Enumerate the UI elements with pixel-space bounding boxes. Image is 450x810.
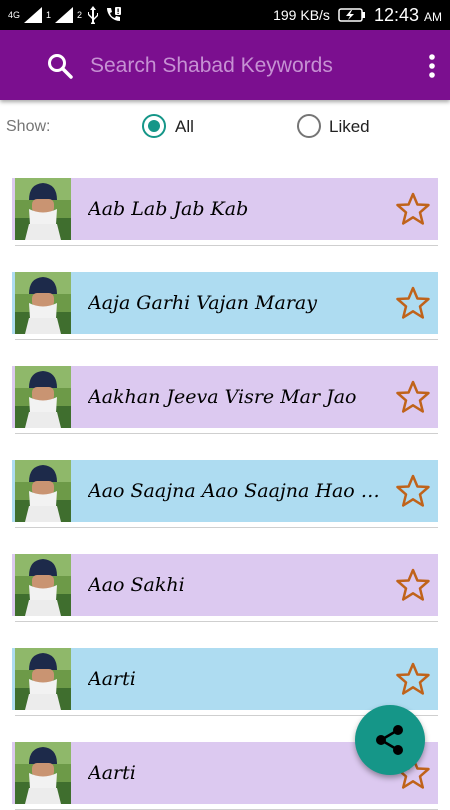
radio-all-label[interactable]: All	[175, 117, 194, 137]
network-speed: 199 KB/s	[273, 7, 330, 23]
signal-icon	[55, 7, 74, 23]
usb-icon	[88, 6, 99, 24]
clock-time: 12:43	[373, 4, 419, 25]
radio-all[interactable]	[142, 114, 166, 138]
more-vert-icon[interactable]	[422, 52, 442, 80]
share-button[interactable]	[355, 705, 425, 775]
star-outline-icon[interactable]	[396, 192, 430, 226]
search-icon[interactable]	[46, 52, 74, 80]
row-divider	[15, 339, 438, 340]
clock-ampm: AM	[424, 9, 442, 24]
star-outline-icon[interactable]	[396, 568, 430, 602]
star-outline-icon[interactable]	[396, 662, 430, 696]
network-type: 4G	[8, 9, 21, 20]
shabad-card[interactable]: Aakhan Jeeva Visre Mar Jao	[12, 366, 438, 428]
shabad-title[interactable]: Aao Saajna Aao Saajna Hao Dekha Darshan …	[88, 460, 393, 522]
clock: 12:43 AM	[374, 5, 442, 26]
radio-liked[interactable]	[297, 114, 321, 138]
filter-row: Show: All Liked	[0, 108, 450, 148]
singer-thumbnail	[15, 648, 71, 710]
shabad-title[interactable]: Aakhan Jeeva Visre Mar Jao	[88, 366, 393, 428]
row-divider	[15, 433, 438, 434]
phone-alert-icon	[107, 7, 122, 21]
shabad-card[interactable]: Aab Lab Jab Kab	[12, 178, 438, 240]
singer-thumbnail	[15, 742, 71, 804]
row-divider	[15, 527, 438, 528]
star-outline-icon[interactable]	[396, 380, 430, 414]
status-left: 4G 1 2	[8, 6, 122, 24]
row-divider	[15, 621, 438, 622]
show-label: Show:	[6, 118, 51, 135]
share-icon	[376, 725, 403, 755]
singer-thumbnail	[15, 554, 71, 616]
shabad-card[interactable]: Aao Sakhi	[12, 554, 438, 616]
star-outline-icon[interactable]	[396, 286, 430, 320]
singer-thumbnail	[15, 460, 71, 522]
shabad-row[interactable]: Aao Saajna Aao Saajna Hao Dekha Darshan …	[12, 460, 438, 528]
shabad-title[interactable]: Aaja Garhi Vajan Maray	[88, 272, 393, 334]
shabad-title[interactable]: Aab Lab Jab Kab	[88, 178, 393, 240]
shabad-title[interactable]: Aao Sakhi	[88, 554, 393, 616]
shabad-card[interactable]: Aaja Garhi Vajan Maray	[12, 272, 438, 334]
singer-thumbnail	[15, 178, 71, 240]
singer-thumbnail	[15, 366, 71, 428]
row-divider	[15, 245, 438, 246]
shabad-title[interactable]: Aarti	[88, 648, 393, 710]
app-bar	[0, 30, 450, 100]
shabad-row[interactable]: Aarti	[12, 648, 438, 716]
radio-liked-label[interactable]: Liked	[329, 117, 370, 137]
shabad-row[interactable]: Aaja Garhi Vajan Maray	[12, 272, 438, 340]
signal-icon	[24, 7, 43, 23]
star-outline-icon[interactable]	[396, 474, 430, 508]
sim1-label: 1	[46, 9, 52, 20]
shabad-row[interactable]: Aakhan Jeeva Visre Mar Jao	[12, 366, 438, 434]
sim2-label: 2	[77, 9, 83, 20]
shabad-card[interactable]: Aao Saajna Aao Saajna Hao Dekha Darshan …	[12, 460, 438, 522]
status-bar: 4G 1 2 199 KB/s 12:43 AM	[0, 0, 450, 30]
search-input[interactable]	[90, 50, 400, 82]
singer-thumbnail	[15, 272, 71, 334]
shabad-card[interactable]: Aarti	[12, 648, 438, 710]
shabad-row[interactable]: Aao Sakhi	[12, 554, 438, 622]
battery-charging-icon	[338, 8, 365, 22]
status-right: 199 KB/s 12:43 AM	[273, 5, 442, 26]
shabad-row[interactable]: Aab Lab Jab Kab	[12, 178, 438, 246]
shabad-title[interactable]: Aarti	[88, 742, 393, 804]
